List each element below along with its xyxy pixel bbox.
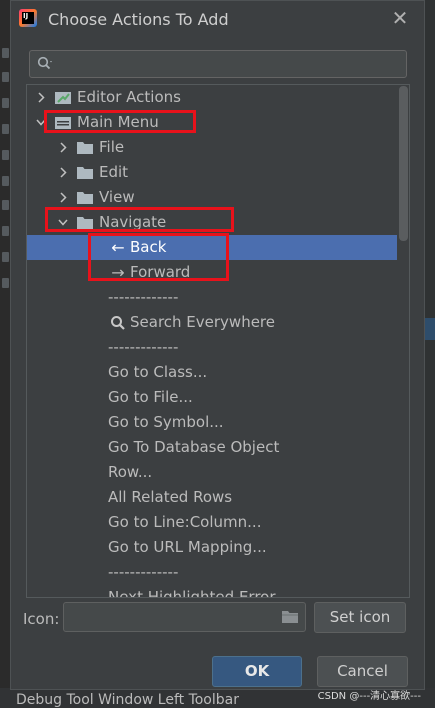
chevron-down-icon[interactable] (35, 110, 47, 135)
tree-row-label: ------------- (108, 288, 179, 306)
chevron-right-icon[interactable] (57, 135, 69, 160)
tree-row-label: Back (130, 238, 167, 256)
tree-row[interactable]: Navigate (27, 210, 397, 235)
arrow-right-icon: → (111, 263, 125, 282)
chevron-right-icon[interactable] (57, 160, 69, 185)
tree-row[interactable]: Next Highlighted Error (27, 585, 397, 598)
editor-actions-icon (55, 92, 71, 104)
tree-row[interactable]: Go to File... (27, 385, 397, 410)
tree-row-label: Go to Symbol... (108, 413, 224, 431)
tree-row[interactable]: Row... (27, 460, 397, 485)
tree-row[interactable]: Search Everywhere (27, 310, 397, 335)
tree-row-label: View (99, 188, 135, 206)
tree-separator[interactable]: ------------- (27, 335, 397, 360)
dialog-title: Choose Actions To Add (48, 10, 229, 29)
tree-row[interactable]: Editor Actions (27, 85, 397, 110)
cancel-button[interactable]: Cancel (317, 656, 408, 687)
tree-row-label: Main Menu (77, 113, 159, 131)
tree-row-label: Row... (108, 463, 153, 481)
tree-row[interactable]: Main Menu (27, 110, 397, 135)
ok-button[interactable]: OK (212, 656, 302, 687)
tree-row[interactable]: File (27, 135, 397, 160)
tree-row-label: Edit (99, 163, 129, 181)
tree-row-label: Go to Line:Column... (108, 513, 262, 531)
tree-row[interactable]: Go to Class... (27, 360, 397, 385)
tree-row[interactable]: Go To Database Object (27, 435, 397, 460)
tree-row[interactable]: Go to Symbol... (27, 410, 397, 435)
tree-row-label: Go to Class... (108, 363, 208, 381)
csdn-watermark: CSDN @---清心寡欲--- (317, 691, 421, 702)
icon-label: Icon: (23, 610, 60, 628)
folder-icon (77, 167, 93, 179)
folder-icon (77, 142, 93, 154)
chevron-right-icon[interactable] (35, 85, 47, 110)
search-icon (37, 56, 52, 70)
folder-icon (77, 192, 93, 204)
arrow-left-icon: ← (111, 238, 125, 257)
icon-path-field[interactable] (63, 602, 306, 632)
folder-icon (77, 217, 93, 229)
tree-scrollbar[interactable] (399, 86, 408, 241)
tree-row-label: ------------- (108, 563, 179, 581)
search-input[interactable] (60, 53, 394, 77)
tree-row[interactable]: Go to URL Mapping... (27, 535, 397, 560)
tree-row-label: Next Highlighted Error (108, 588, 276, 598)
dialog-titlebar: IJ Choose Actions To Add ✕ (11, 1, 424, 39)
tree-row-label: Navigate (99, 213, 167, 231)
tree-row-label: All Related Rows (108, 488, 233, 506)
tree-row[interactable]: All Related Rows (27, 485, 397, 510)
tree-row-label: Go to File... (108, 388, 193, 406)
tree-row-label: ------------- (108, 338, 179, 356)
set-icon-button[interactable]: Set icon (314, 602, 406, 633)
tree-row[interactable]: View (27, 185, 397, 210)
tree-row[interactable]: Edit (27, 160, 397, 185)
tree-row-label: Go To Database Object (108, 438, 280, 456)
search-field[interactable] (29, 50, 407, 78)
icon-path-input[interactable] (70, 606, 274, 630)
background-bottom-text: Debug Tool Window Left Toolbar (16, 692, 239, 708)
tree-row[interactable]: Go to Line:Column... (27, 510, 397, 535)
tree-row[interactable]: ← Back (27, 235, 397, 260)
folder-browse-icon[interactable] (281, 609, 299, 624)
close-icon[interactable]: ✕ (390, 8, 410, 28)
tree-row-label: Forward (130, 263, 191, 281)
tree-row-label: Search Everywhere (130, 313, 275, 331)
chevron-down-icon[interactable] (57, 210, 69, 235)
tree-row-label: Editor Actions (77, 88, 181, 106)
tree-separator[interactable]: ------------- (27, 285, 397, 310)
tree-separator[interactable]: ------------- (27, 560, 397, 585)
choose-actions-dialog: IJ Choose Actions To Add ✕ Next Highligh… (10, 0, 425, 690)
chevron-right-icon[interactable] (57, 185, 69, 210)
tree-row-label: Go to URL Mapping... (108, 538, 267, 556)
tree-row-label: File (99, 138, 125, 156)
intellij-logo-icon: IJ (19, 9, 37, 27)
actions-tree[interactable]: Next Highlighted Error ------------- Go to… (26, 84, 410, 598)
tree-row[interactable]: → Forward (27, 260, 397, 285)
menu-icon (55, 117, 71, 129)
